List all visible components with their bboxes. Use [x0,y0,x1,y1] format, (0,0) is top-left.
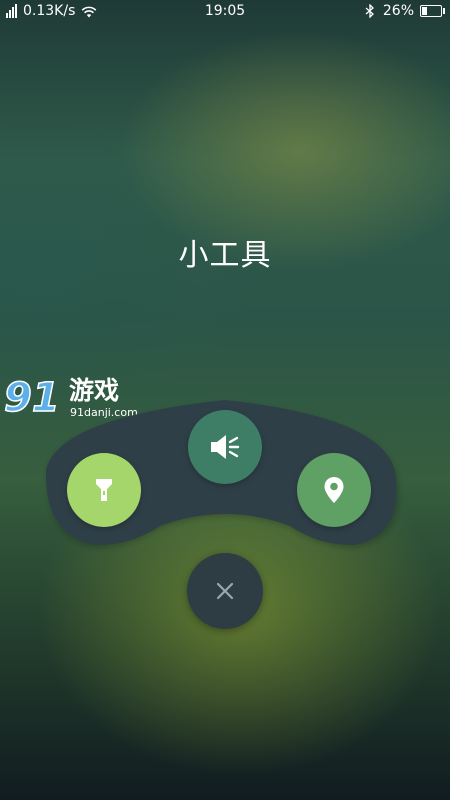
flashlight-button[interactable] [67,453,141,527]
sound-button[interactable] [188,410,262,484]
location-button[interactable] [297,453,371,527]
tools-panel [0,0,450,800]
speaker-icon [211,435,240,459]
tools-screen: 0.13K/s 19:05 26% 小工具 91 游戏 91danji.com [0,0,450,800]
close-button[interactable] [187,553,263,629]
close-icon [216,582,234,600]
flashlight-icon [96,479,112,501]
tools-arc-background [45,400,399,548]
location-pin-icon [324,477,344,503]
